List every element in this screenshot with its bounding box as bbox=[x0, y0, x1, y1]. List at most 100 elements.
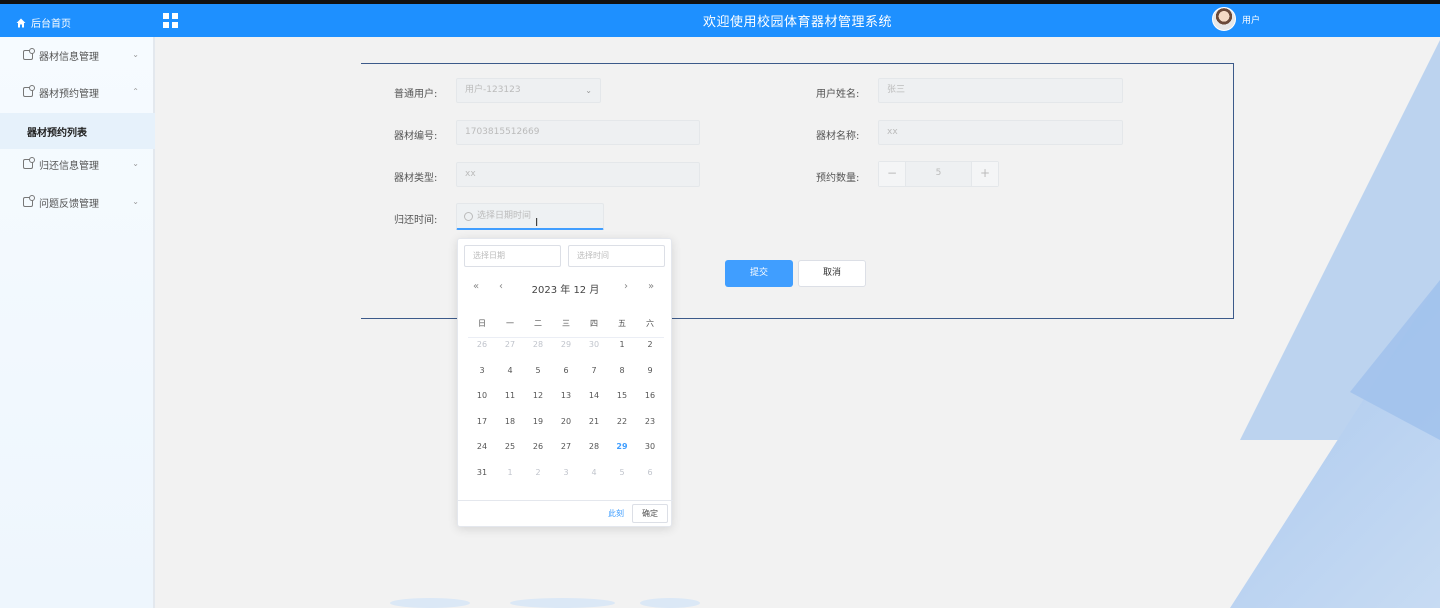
sidebar-item-equipment-info[interactable]: 器材信息管理 ⌄ bbox=[0, 37, 155, 73]
calendar-day[interactable]: 21 bbox=[580, 417, 608, 426]
calendar-day[interactable]: 5 bbox=[608, 468, 636, 477]
cancel-button[interactable]: 取消 bbox=[798, 260, 866, 287]
user-account-select[interactable]: 用户-123123 ⌄ bbox=[456, 78, 601, 103]
user-account-value: 用户-123123 bbox=[465, 85, 521, 95]
calendar-day[interactable]: 7 bbox=[580, 366, 608, 375]
calendar-day[interactable]: 19 bbox=[524, 417, 552, 426]
calendar-day[interactable]: 29 bbox=[552, 340, 580, 349]
calendar-day[interactable]: 22 bbox=[608, 417, 636, 426]
reserve-qty-stepper: − 5 + bbox=[878, 161, 999, 187]
equip-name-field[interactable]: xx bbox=[878, 120, 1123, 145]
user-name-field[interactable]: 张三 bbox=[878, 78, 1123, 103]
weekday-label: 五 bbox=[618, 318, 626, 328]
equip-type-label: 器材类型: bbox=[394, 173, 438, 184]
calendar-day[interactable]: 28 bbox=[524, 340, 552, 349]
equip-no-field[interactable]: 1703815512669 bbox=[456, 120, 700, 145]
calendar-day[interactable]: 26 bbox=[468, 340, 496, 349]
background-decoration bbox=[640, 598, 700, 608]
calendar-day[interactable]: 1 bbox=[608, 340, 636, 349]
sidebar-item-reservation[interactable]: 器材预约管理 ⌃ bbox=[0, 74, 155, 110]
calendar-week: 26 27 28 29 30 1 2 bbox=[468, 332, 664, 358]
calendar-day[interactable]: 12 bbox=[524, 391, 552, 400]
calendar-day[interactable]: 26 bbox=[524, 442, 552, 451]
equipment-info-icon bbox=[23, 48, 35, 60]
calendar-day[interactable]: 25 bbox=[496, 442, 524, 451]
calendar-day[interactable]: 28 bbox=[580, 442, 608, 451]
calendar-day[interactable]: 15 bbox=[608, 391, 636, 400]
return-info-icon bbox=[23, 157, 35, 169]
calendar-day[interactable]: 24 bbox=[468, 442, 496, 451]
picker-date-input[interactable]: 选择日期 bbox=[464, 245, 561, 267]
sidebar-item-label: 器材信息管理 bbox=[39, 51, 99, 63]
calendar-day[interactable]: 3 bbox=[468, 366, 496, 375]
calendar-day[interactable]: 8 bbox=[608, 366, 636, 375]
divider bbox=[468, 337, 664, 338]
return-time-label: 归还时间: bbox=[394, 215, 438, 226]
calendar-day[interactable]: 5 bbox=[524, 366, 552, 375]
weekday-label: 六 bbox=[646, 318, 654, 328]
now-button[interactable]: 此刻 bbox=[608, 508, 624, 519]
sidebar-subitem-reservation-list[interactable]: 器材预约列表 bbox=[0, 113, 155, 149]
calendar-day[interactable]: 3 bbox=[552, 468, 580, 477]
calendar-day[interactable]: 30 bbox=[580, 340, 608, 349]
weekday-label: 四 bbox=[590, 318, 598, 328]
submit-button[interactable]: 提交 bbox=[725, 260, 793, 287]
calendar-week: 3 4 5 6 7 8 9 bbox=[468, 358, 664, 384]
chevron-down-icon: ⌄ bbox=[132, 50, 139, 59]
calendar-day[interactable]: 14 bbox=[580, 391, 608, 400]
calendar-day[interactable]: 2 bbox=[524, 468, 552, 477]
calendar-day[interactable]: 30 bbox=[636, 442, 664, 451]
avatar bbox=[1212, 7, 1236, 31]
increase-button[interactable]: + bbox=[972, 162, 998, 186]
user-account-label: 普通用户: bbox=[394, 89, 438, 100]
picker-time-input[interactable]: 选择时间 bbox=[568, 245, 665, 267]
calendar-day[interactable]: 16 bbox=[636, 391, 664, 400]
reserve-qty-label: 预约数量: bbox=[816, 173, 860, 184]
sidebar-item-feedback[interactable]: 问题反馈管理 ⌄ bbox=[0, 184, 155, 220]
calendar-week: 31 1 2 3 4 5 6 bbox=[468, 460, 664, 486]
user-label: 用户 bbox=[1242, 15, 1261, 26]
calendar-day[interactable]: 2 bbox=[636, 340, 664, 349]
equip-type-field[interactable]: xx bbox=[456, 162, 700, 187]
calendar-day[interactable]: 27 bbox=[496, 340, 524, 349]
calendar-day[interactable]: 6 bbox=[552, 366, 580, 375]
calendar-day[interactable]: 31 bbox=[468, 468, 496, 477]
decrease-button[interactable]: − bbox=[879, 162, 905, 186]
sidebar-item-return-info[interactable]: 归还信息管理 ⌄ bbox=[0, 146, 155, 182]
calendar-day[interactable]: 10 bbox=[468, 391, 496, 400]
next-year-icon[interactable]: » bbox=[648, 281, 654, 292]
calendar-day-today[interactable]: 29 bbox=[608, 442, 636, 451]
next-month-icon[interactable]: › bbox=[624, 281, 628, 292]
picker-header: « ‹ 2023 年 12 月 › » bbox=[458, 281, 673, 297]
calendar-day[interactable]: 23 bbox=[636, 417, 664, 426]
equip-no-label: 器材编号: bbox=[394, 131, 438, 142]
picker-confirm-button[interactable]: 确定 bbox=[632, 504, 668, 523]
background-decoration bbox=[390, 598, 470, 608]
calendar-day[interactable]: 6 bbox=[636, 468, 664, 477]
chevron-up-icon: ⌃ bbox=[132, 87, 139, 96]
clock-icon bbox=[464, 212, 473, 221]
calendar-day[interactable]: 4 bbox=[496, 366, 524, 375]
text-cursor-icon: I bbox=[535, 216, 539, 229]
reserve-qty-value[interactable]: 5 bbox=[905, 162, 972, 186]
weekday-label: 一 bbox=[506, 318, 514, 328]
calendar-day[interactable]: 13 bbox=[552, 391, 580, 400]
calendar-day[interactable]: 9 bbox=[636, 366, 664, 375]
sidebar: 器材信息管理 ⌄ 器材预约管理 ⌃ 器材预约列表 归还信息管理 ⌄ 问题反馈管理… bbox=[0, 37, 155, 608]
return-time-input[interactable]: 选择日期时间 I bbox=[456, 203, 604, 230]
feedback-icon bbox=[23, 195, 35, 207]
weekday-row: 日 一 二 三 四 五 六 bbox=[468, 314, 664, 332]
calendar-day[interactable]: 20 bbox=[552, 417, 580, 426]
calendar-day[interactable]: 1 bbox=[496, 468, 524, 477]
chevron-down-icon: ⌄ bbox=[585, 86, 592, 95]
calendar-day[interactable]: 4 bbox=[580, 468, 608, 477]
return-time-placeholder: 选择日期时间 bbox=[477, 211, 532, 221]
user-menu[interactable]: 用户 bbox=[1212, 7, 1260, 31]
calendar-day[interactable]: 18 bbox=[496, 417, 524, 426]
calendar-week: 17 18 19 20 21 22 23 bbox=[468, 409, 664, 435]
calendar-day[interactable]: 27 bbox=[552, 442, 580, 451]
datetime-picker-popup: 选择日期 选择时间 « ‹ 2023 年 12 月 › » 日 一 二 三 四 … bbox=[457, 238, 673, 527]
calendar-day[interactable]: 11 bbox=[496, 391, 524, 400]
background-decoration bbox=[510, 598, 615, 608]
calendar-day[interactable]: 17 bbox=[468, 417, 496, 426]
